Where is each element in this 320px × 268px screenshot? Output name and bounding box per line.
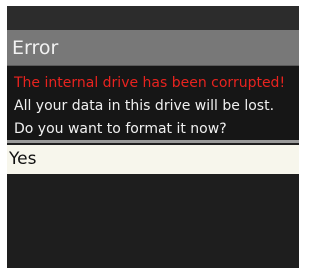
dialog-title-bar: Error [7, 30, 299, 66]
error-message: The internal drive has been corrupted! [14, 75, 286, 91]
info-message-line-1: All your data in this drive will be lost… [14, 98, 275, 114]
dialog-title: Error [12, 37, 59, 59]
options-list-area [7, 174, 299, 268]
option-yes-label: Yes [9, 149, 37, 169]
dialog-message: The internal drive has been corrupted! A… [7, 66, 299, 142]
divider [7, 140, 299, 143]
status-bar [7, 6, 299, 30]
device-screen: Error The internal drive has been corrup… [7, 6, 299, 268]
option-yes[interactable]: Yes [7, 145, 299, 174]
info-message-line-2: Do you want to format it now? [14, 121, 227, 137]
